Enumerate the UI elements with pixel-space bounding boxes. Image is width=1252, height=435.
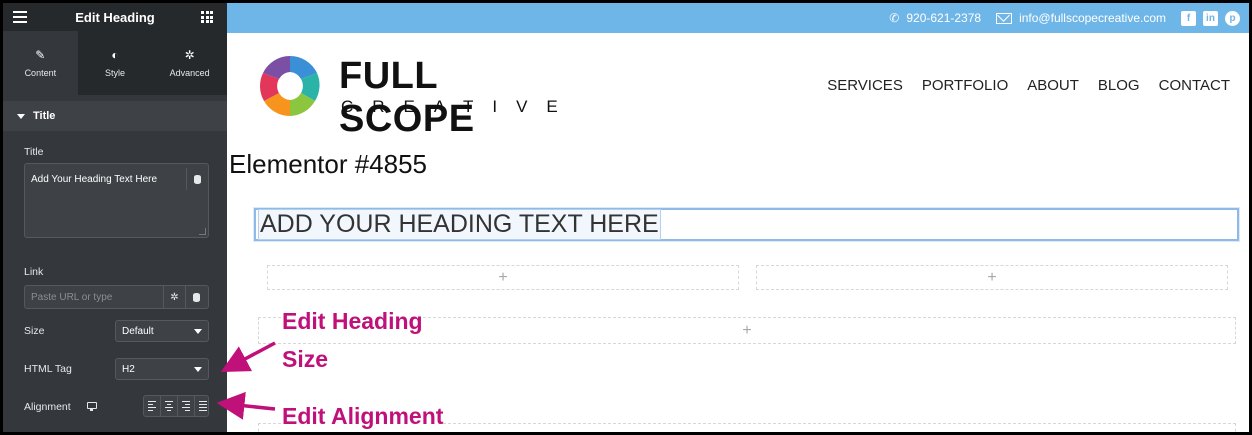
tab-label: Advanced (169, 67, 210, 78)
widgets-grid-icon[interactable] (201, 11, 213, 23)
add-element-slot[interactable]: + (267, 265, 739, 290)
size-select[interactable]: Default (115, 320, 209, 342)
chevron-down-icon (194, 329, 202, 334)
nav-item-blog[interactable]: BLOG (1098, 77, 1140, 94)
logo-mark-icon (260, 56, 320, 117)
contrast-icon: ◐ (111, 47, 119, 62)
site-logo[interactable]: FULL SCOPE CREATIVE (257, 51, 558, 140)
nav-item-contact[interactable]: CONTACT (1159, 77, 1230, 94)
html-tag-label: HTML Tag (24, 363, 72, 375)
align-left-button[interactable] (144, 396, 161, 416)
panel-header: Edit Heading (3, 3, 227, 31)
link-options-button[interactable]: ✲ (163, 286, 185, 308)
title-field-label: Title (24, 146, 44, 158)
annotation-alignment: Edit Alignment (282, 402, 444, 430)
screenshot-frame: Edit Heading ✎ Content ◐ Style ✲ Advance… (0, 0, 1252, 435)
mail-icon (996, 12, 1013, 24)
resize-handle[interactable] (199, 228, 206, 235)
caret-down-icon (17, 113, 25, 119)
pinterest-icon[interactable]: p (1225, 10, 1240, 26)
phone-icon: ✆ (889, 11, 900, 25)
tab-label: Content (24, 67, 57, 78)
link-dynamic-button[interactable] (185, 286, 207, 308)
nav-item-portfolio[interactable]: PORTFOLIO (922, 77, 1008, 94)
plus-icon: + (498, 268, 508, 286)
title-textarea[interactable]: Add Your Heading Text Here (24, 163, 209, 238)
contact-topbar: ✆ 920-621-2378 info@fullscopecreative.co… (227, 3, 1249, 33)
page-title: Elementor #4855 (229, 149, 428, 179)
facebook-icon[interactable]: f (1181, 10, 1196, 26)
link-field: ✲ (24, 285, 209, 309)
chevron-down-icon (194, 367, 202, 372)
main-nav: SERVICES PORTFOLIO ABOUT BLOG CONTACT (827, 77, 1230, 94)
phone-number[interactable]: 920-621-2378 (906, 11, 981, 25)
align-center-button[interactable] (161, 396, 178, 416)
gear-icon: ✲ (184, 47, 195, 62)
database-icon (193, 292, 200, 302)
elementor-panel: Edit Heading ✎ Content ◐ Style ✲ Advance… (3, 3, 227, 432)
size-label: Size (24, 325, 45, 337)
tab-label: Style (105, 67, 126, 78)
alignment-label: Alignment (24, 401, 71, 413)
section-label: Title (33, 110, 56, 122)
email-link[interactable]: info@fullscopecreative.com (1019, 11, 1166, 25)
add-element-slot[interactable]: + (756, 265, 1228, 290)
site-preview: ✆ 920-621-2378 info@fullscopecreative.co… (227, 3, 1249, 432)
nav-item-services[interactable]: SERVICES (827, 77, 903, 94)
align-justify-button[interactable] (195, 396, 211, 416)
tab-style[interactable]: ◐ Style (78, 31, 153, 95)
heading-widget-text[interactable]: ADD YOUR HEADING TEXT HERE (258, 209, 661, 240)
tab-advanced[interactable]: ✲ Advanced (152, 31, 227, 95)
tab-content[interactable]: ✎ Content (3, 31, 78, 95)
title-textarea-value: Add Your Heading Text Here (31, 174, 158, 185)
html-tag-select-value: H2 (122, 363, 135, 375)
html-tag-select[interactable]: H2 (115, 358, 209, 380)
section-toggle-title[interactable]: Title (3, 101, 227, 131)
gear-icon: ✲ (170, 291, 179, 303)
panel-tabs: ✎ Content ◐ Style ✲ Advanced (3, 31, 227, 95)
panel-title: Edit Heading (75, 9, 155, 25)
logo-subtitle: CREATIVE (341, 97, 577, 116)
link-input[interactable] (25, 286, 163, 308)
database-icon (194, 174, 201, 184)
desktop-icon[interactable] (87, 402, 97, 411)
plus-icon: + (987, 268, 997, 286)
linkedin-icon[interactable]: in (1203, 10, 1218, 26)
annotation-size-line1: Edit Heading (282, 307, 423, 335)
plus-icon: + (742, 321, 752, 339)
annotation-size-line2: Size (282, 346, 329, 372)
heading-widget[interactable]: ADD YOUR HEADING TEXT HERE (254, 208, 1239, 241)
dynamic-tags-button[interactable] (186, 168, 208, 190)
align-right-button[interactable] (178, 396, 195, 416)
link-field-label: Link (24, 266, 44, 278)
size-select-value: Default (122, 325, 154, 337)
pencil-icon: ✎ (35, 47, 46, 62)
nav-item-about[interactable]: ABOUT (1027, 77, 1079, 94)
alignment-choices (143, 395, 209, 417)
